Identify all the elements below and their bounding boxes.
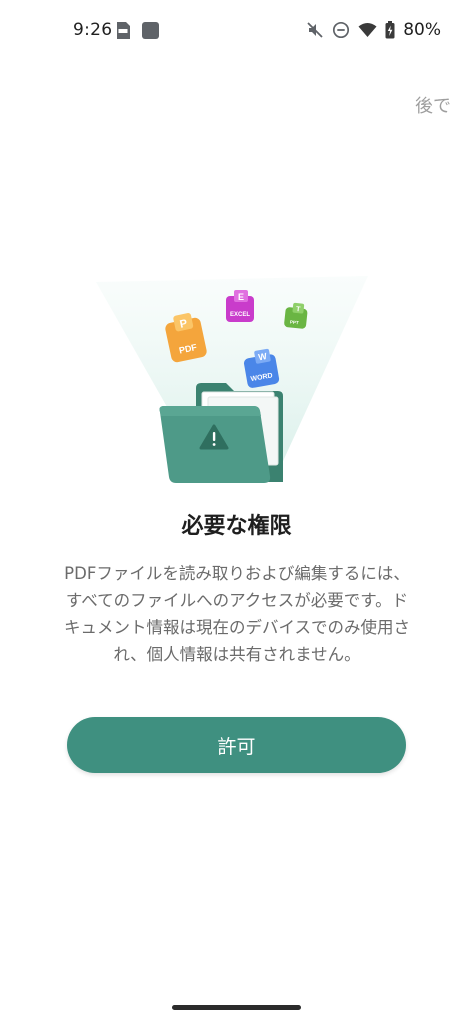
- later-button[interactable]: 後で: [415, 92, 451, 118]
- svg-text:E: E: [238, 292, 244, 302]
- permission-description: PDFファイルを読み取りおよび編集するには、すべてのファイルへのアクセスが必要で…: [63, 564, 410, 664]
- do-not-disturb-icon: [333, 21, 350, 39]
- battery-charging-icon: [385, 21, 395, 39]
- status-time: 9:26: [73, 20, 113, 40]
- status-icons: 80%: [306, 20, 441, 40]
- wifi-icon: [358, 23, 377, 37]
- app-notification-icon: [142, 22, 159, 39]
- permission-illustration: P PDF E EXCEL T PPT W WORD: [96, 270, 384, 490]
- page-title: 必要な権限: [181, 514, 292, 539]
- battery-percentage: 80%: [403, 20, 441, 40]
- status-bar: 9:26 80%: [0, 0, 473, 62]
- svg-text:PPT: PPT: [290, 319, 299, 325]
- svg-text:EXCEL: EXCEL: [230, 312, 250, 318]
- mute-icon: [307, 22, 323, 38]
- home-indicator[interactable]: [172, 1005, 301, 1010]
- pdf-notification-icon: [117, 22, 130, 39]
- allow-button[interactable]: 許可: [67, 717, 406, 773]
